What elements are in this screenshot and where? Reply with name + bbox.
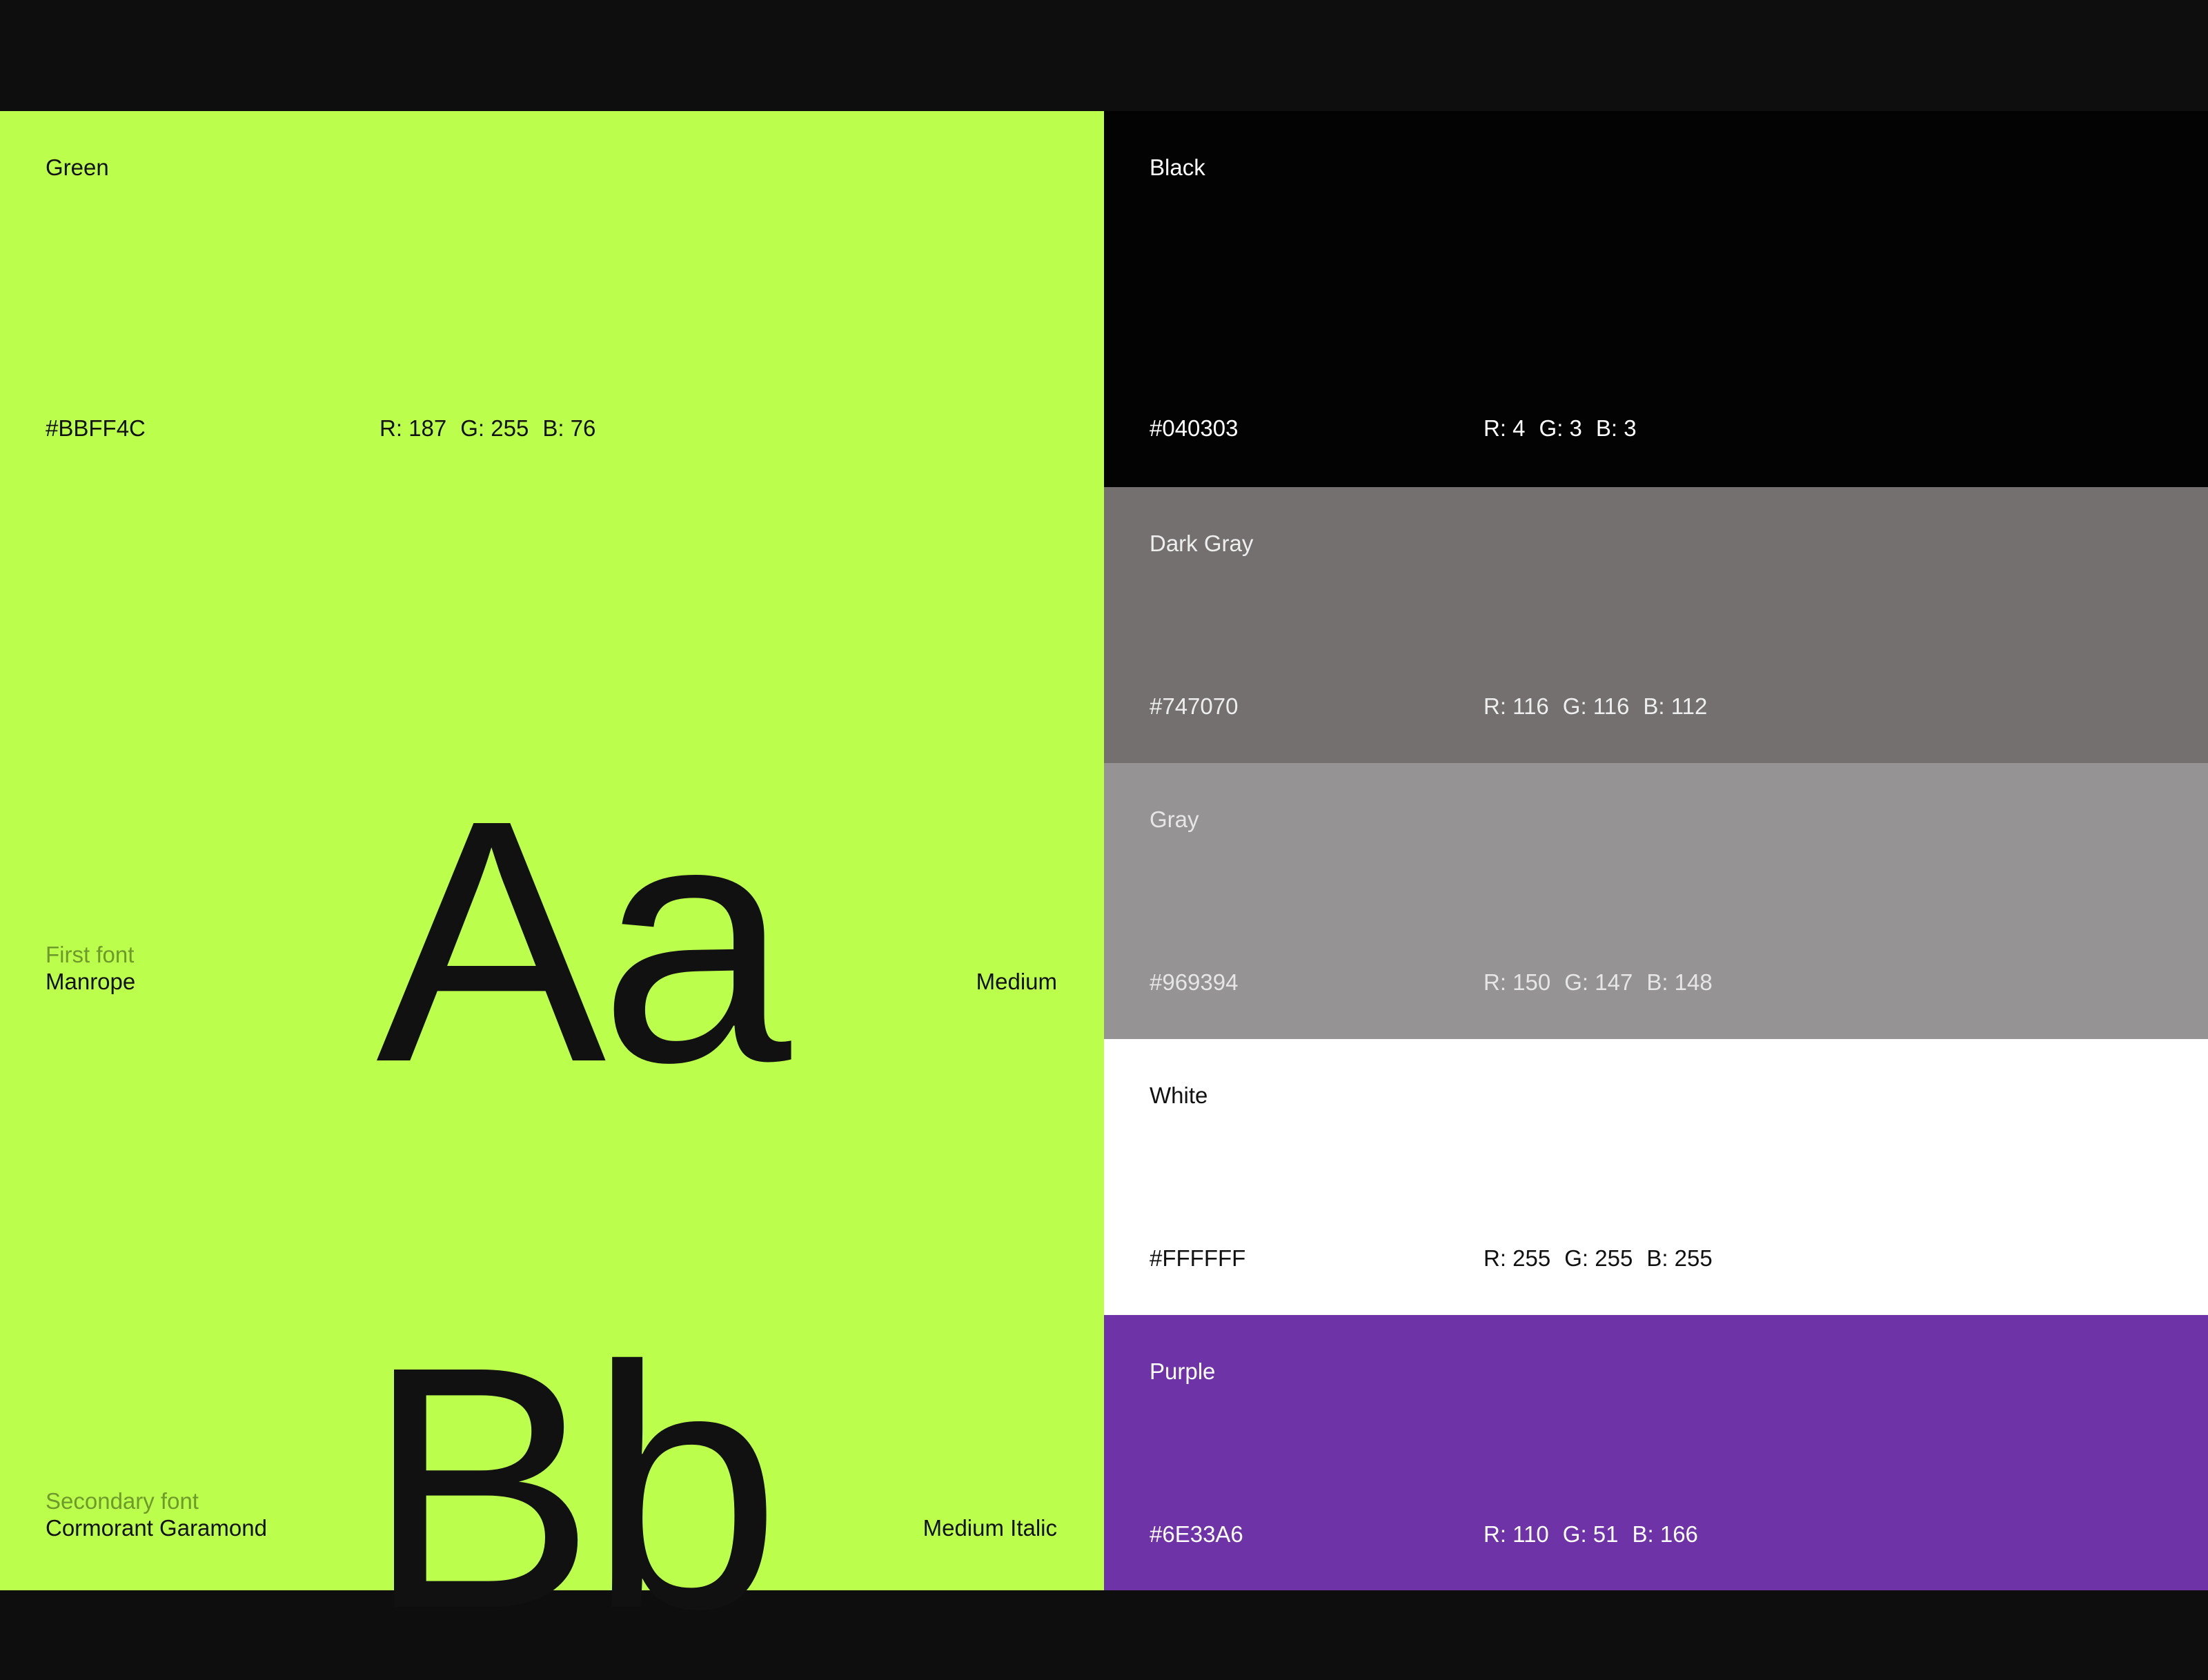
swatch-black: Black #040303 R: 4 G: 3 B: 3	[1104, 111, 2208, 487]
swatch-hex: #747070	[1150, 693, 1239, 719]
swatch-hex: #969394	[1150, 969, 1239, 995]
swatch-rgb: R: 116 G: 116 B: 112	[1483, 693, 1721, 720]
swatch-name: Black	[1150, 155, 1205, 180]
swatch-rgb: R: 4 G: 3 B: 3	[1483, 415, 1650, 442]
swatch-rgb: R: 110 G: 51 B: 166	[1483, 1521, 1712, 1548]
rgb-r: R: 4	[1483, 415, 1526, 441]
primary-color-rgb: R: 187 G: 255 B: 76	[379, 415, 609, 442]
primary-color-panel: Green #BBFF4C R: 187 G: 255 B: 76 First fo…	[0, 111, 1104, 1660]
first-font-name: Manrope	[46, 969, 136, 994]
swatch-hex: #6E33A6	[1150, 1521, 1243, 1547]
rgb-b: B: 148	[1646, 969, 1713, 995]
rgb-g: G: 116	[1562, 693, 1630, 719]
rgb-r: R: 116	[1483, 693, 1549, 719]
swatch-name: Purple	[1150, 1358, 1216, 1384]
rgb-g: G: 255	[460, 415, 529, 441]
rgb-b: B: 166	[1632, 1521, 1698, 1547]
swatch-gray: Gray #969394 R: 150 G: 147 B: 148	[1104, 763, 2208, 1039]
rgb-b: B: 3	[1595, 415, 1637, 441]
swatch-rgb: R: 150 G: 147 B: 148	[1483, 969, 1726, 996]
swatch-hex: #FFFFFF	[1150, 1245, 1246, 1271]
top-bar	[0, 0, 2208, 111]
rgb-g: G: 255	[1564, 1245, 1633, 1271]
swatch-name: Dark Gray	[1150, 531, 1254, 556]
secondary-font-weight: Medium Italic	[923, 1515, 1057, 1541]
rgb-b: B: 112	[1643, 693, 1708, 719]
swatch-rgb: R: 255 G: 255 B: 255	[1483, 1245, 1726, 1272]
secondary-font-role: Secondary font	[46, 1488, 199, 1514]
rgb-r: R: 255	[1483, 1245, 1551, 1271]
swatch-name: Gray	[1150, 807, 1199, 832]
first-font-role: First font	[46, 942, 135, 967]
rgb-r: R: 110	[1483, 1521, 1549, 1547]
swatch-white: White #FFFFFF R: 255 G: 255 B: 255	[1104, 1039, 2208, 1315]
secondary-font-name: Cormorant Garamond	[46, 1515, 267, 1541]
primary-color-hex: #BBFF4C	[46, 415, 146, 441]
swatch-name: White	[1150, 1083, 1208, 1108]
rgb-g: G: 51	[1562, 1521, 1619, 1547]
swatch-dark-gray: Dark Gray #747070 R: 116 G: 116 B: 112	[1104, 487, 2208, 763]
first-font-sample: Aa	[376, 748, 791, 1134]
rgb-b: B: 255	[1646, 1245, 1713, 1271]
rgb-g: G: 147	[1564, 969, 1633, 995]
primary-color-name: Green	[46, 155, 109, 180]
swatch-hex: #040303	[1150, 415, 1239, 441]
rgb-r: R: 187	[379, 415, 447, 441]
rgb-r: R: 150	[1483, 969, 1551, 995]
swatch-purple: Purple #6E33A6 R: 110 G: 51 B: 166	[1104, 1315, 2208, 1590]
rgb-b: B: 76	[542, 415, 596, 441]
secondary-font-sample: Bb	[366, 1294, 781, 1680]
first-font-weight: Medium	[976, 969, 1057, 994]
rgb-g: G: 3	[1539, 415, 1582, 441]
